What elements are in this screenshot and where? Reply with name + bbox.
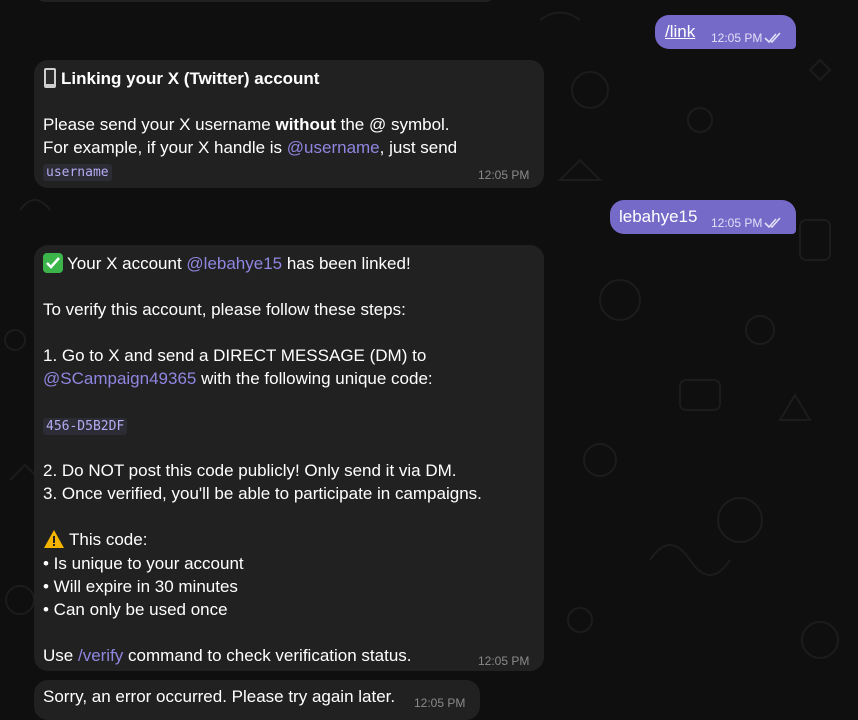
bullet-1: • Is unique to your account	[43, 554, 244, 573]
step-1-continued: @SCampaign49365 with the following uniqu…	[43, 367, 433, 390]
outgoing-message-username: lebahye15 12:05 PM	[610, 200, 796, 234]
step-1: 1. Go to X and send a DIRECT MESSAGE (DM…	[43, 346, 427, 365]
step-3: 3. Once verified, you'll be able to part…	[43, 484, 482, 503]
verification-text: Use	[43, 646, 78, 665]
previous-message-bubble	[34, 0, 496, 2]
message-timestamp: 12:05 PM	[414, 696, 466, 710]
double-check-icon	[764, 32, 781, 44]
verify-instruction: Use /verify command to check verificatio…	[43, 644, 412, 667]
instruction-line-2: For example, if your X handle is @userna…	[43, 136, 457, 159]
incoming-message-verification: Your X account @lebahye15 has been linke…	[34, 245, 544, 671]
message-timestamp: 12:05 PM	[711, 31, 784, 45]
step-2: 2. Do NOT post this code publicly! Only …	[43, 461, 457, 480]
verify-command[interactable]: /verify	[78, 646, 123, 665]
outgoing-message-link: /link 12:05 PM	[655, 15, 796, 49]
link-command[interactable]: /link	[665, 20, 695, 43]
linked-line: Your X account @lebahye15 has been linke…	[43, 252, 411, 275]
instruction-text: Please send your X username	[43, 115, 276, 134]
verification-text: Your X account	[67, 254, 187, 273]
timestamp-text: 12:05 PM	[711, 216, 763, 230]
check-mark-icon	[43, 253, 63, 273]
error-text: Sorry, an error occurred. Please try aga…	[43, 687, 396, 706]
campaign-mention[interactable]: @SCampaign49365	[43, 369, 196, 388]
bullet-2: • Will expire in 30 minutes	[43, 577, 238, 596]
message-timestamp: 12:05 PM	[478, 168, 530, 182]
instruction-line-3: username	[43, 159, 112, 184]
verification-code-line: 456-D5B2DF	[43, 413, 128, 438]
incoming-message-error: Sorry, an error occurred. Please try aga…	[34, 680, 480, 720]
verification-text: command to check verification status.	[123, 646, 412, 665]
verification-text: with the following unique code:	[196, 369, 433, 388]
instruction-text: , just send	[379, 138, 458, 157]
verification-code[interactable]: 456-D5B2DF	[43, 418, 128, 435]
steps-intro: To verify this account, please follow th…	[43, 300, 406, 319]
code-warning-line: This code:	[43, 528, 147, 551]
bullet-3: • Can only be used once	[43, 600, 228, 619]
username-text: lebahye15	[619, 207, 698, 226]
message-timestamp: 12:05 PM	[478, 654, 530, 668]
instruction-text: For example, if your X handle is	[43, 138, 287, 157]
instruction-line-1: Please send your X username without the …	[43, 113, 450, 136]
linking-title-line: Linking your X (Twitter) account	[43, 67, 319, 90]
instruction-text: the @ symbol.	[335, 115, 450, 134]
instruction-bold-text: without	[275, 115, 336, 134]
linking-title: Linking your X (Twitter) account	[61, 69, 320, 88]
message-timestamp: 12:05 PM	[711, 216, 784, 230]
verification-text: has been linked!	[282, 254, 411, 273]
mobile-phone-icon	[44, 68, 56, 88]
warning-icon	[44, 530, 64, 548]
username-code[interactable]: username	[43, 164, 112, 181]
timestamp-text: 12:05 PM	[711, 31, 763, 45]
username-mention[interactable]: @username	[287, 138, 380, 157]
account-mention[interactable]: @lebahye15	[186, 254, 282, 273]
double-check-icon	[764, 217, 781, 229]
incoming-message-linking: Linking your X (Twitter) account Please …	[34, 60, 544, 188]
warning-text: This code:	[69, 530, 148, 549]
